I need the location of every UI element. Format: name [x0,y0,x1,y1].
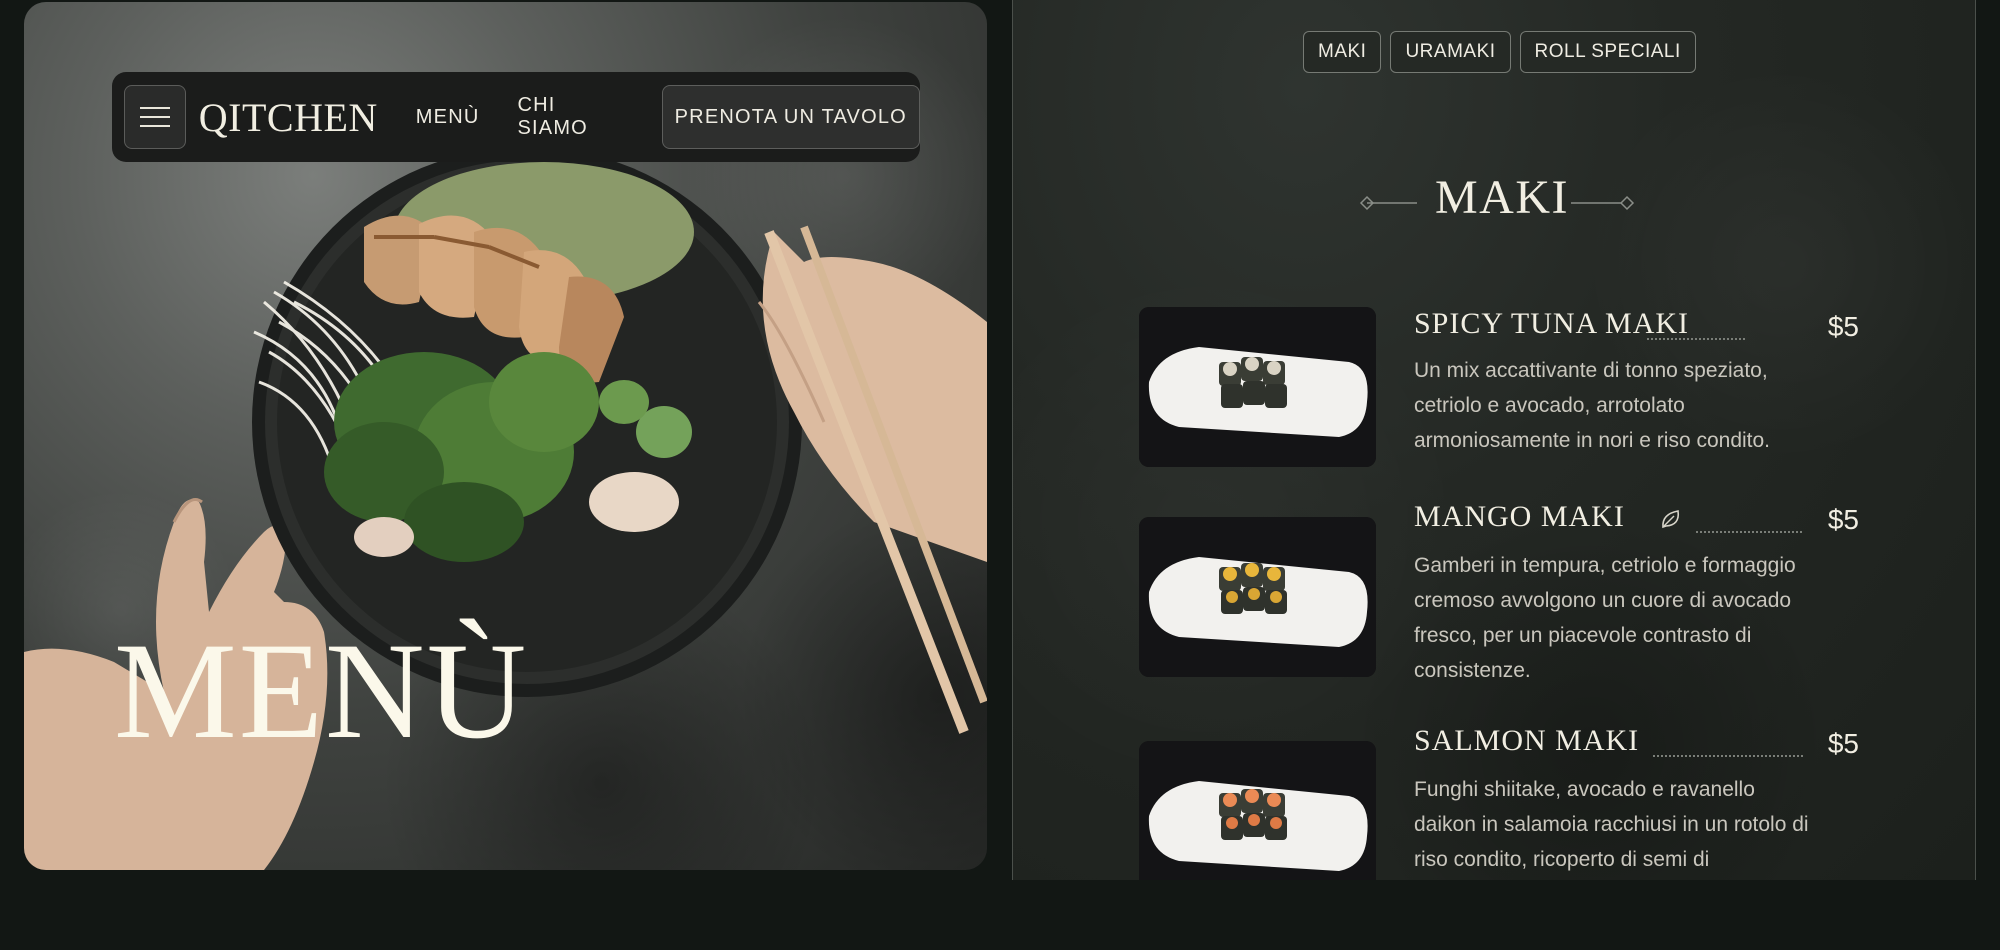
nav-link-about[interactable]: CHI SIAMO [517,94,628,140]
reserve-table-button[interactable]: PRENOTA UN TAVOLO [661,85,920,149]
item-price: $5 [1827,504,1859,535]
item-price: $5 [1827,311,1859,342]
menu-line [139,125,170,127]
salmon-maki-pieces [1219,789,1287,840]
item-description: Gamberi in tempura, cetriolo e formaggio… [1414,554,1796,682]
menu-line [139,107,170,109]
menu-panel: MAKI URAMAKI ROLL SPECIALI MAKI SPICY TU… [1012,0,1976,880]
dish-image [1139,741,1376,880]
hamburger-menu-button[interactable] [124,85,186,149]
dish-image [1139,307,1376,467]
menu-item: MANGO MAKI $5 Gamberi in tempura, cetrio… [1139,500,1859,690]
hero-panel: QITCHEN MENÙ CHI SIAMO PRENOTA UN TAVOLO… [24,2,987,870]
mango-maki-pieces [1219,563,1287,614]
item-price: $5 [1827,728,1859,759]
item-description: Un mix accattivante di tonno speziato, c… [1414,359,1771,452]
vegetarian-leaf-icon [1662,510,1680,529]
tab-maki[interactable]: MAKI [1303,31,1382,73]
tuna-maki-pieces [1219,357,1287,408]
item-name: SALMON MAKI [1414,724,1640,757]
dotted-leader [1653,755,1803,757]
section-title: MAKI [1435,171,1569,224]
brand-logo[interactable]: QITCHEN [199,94,378,141]
menu-item: SPICY TUNA MAKI $5 Un mix accattivante d… [1139,307,1859,467]
item-name: SPICY TUNA MAKI [1414,307,1690,340]
dish-image [1139,517,1376,677]
hero-title: MENÙ [114,614,529,767]
item-name: MANGO MAKI [1414,500,1625,533]
menu-line [139,116,170,118]
category-tabs: MAKI URAMAKI ROLL SPECIALI [1303,31,1696,73]
tab-roll-speciali[interactable]: ROLL SPECIALI [1519,31,1696,73]
dotted-leader [1696,531,1802,533]
top-navbar: QITCHEN MENÙ CHI SIAMO PRENOTA UN TAVOLO [112,72,920,162]
item-description: Funghi shiitake, avocado e ravanello dai… [1414,778,1809,871]
nav-link-menu[interactable]: MENÙ [416,106,480,129]
dotted-leader [1647,338,1745,340]
section-header: MAKI [1013,170,1975,240]
tab-uramaki[interactable]: URAMAKI [1390,31,1511,73]
menu-item: SALMON MAKI $5 Funghi shiitake, avocado … [1139,724,1859,880]
